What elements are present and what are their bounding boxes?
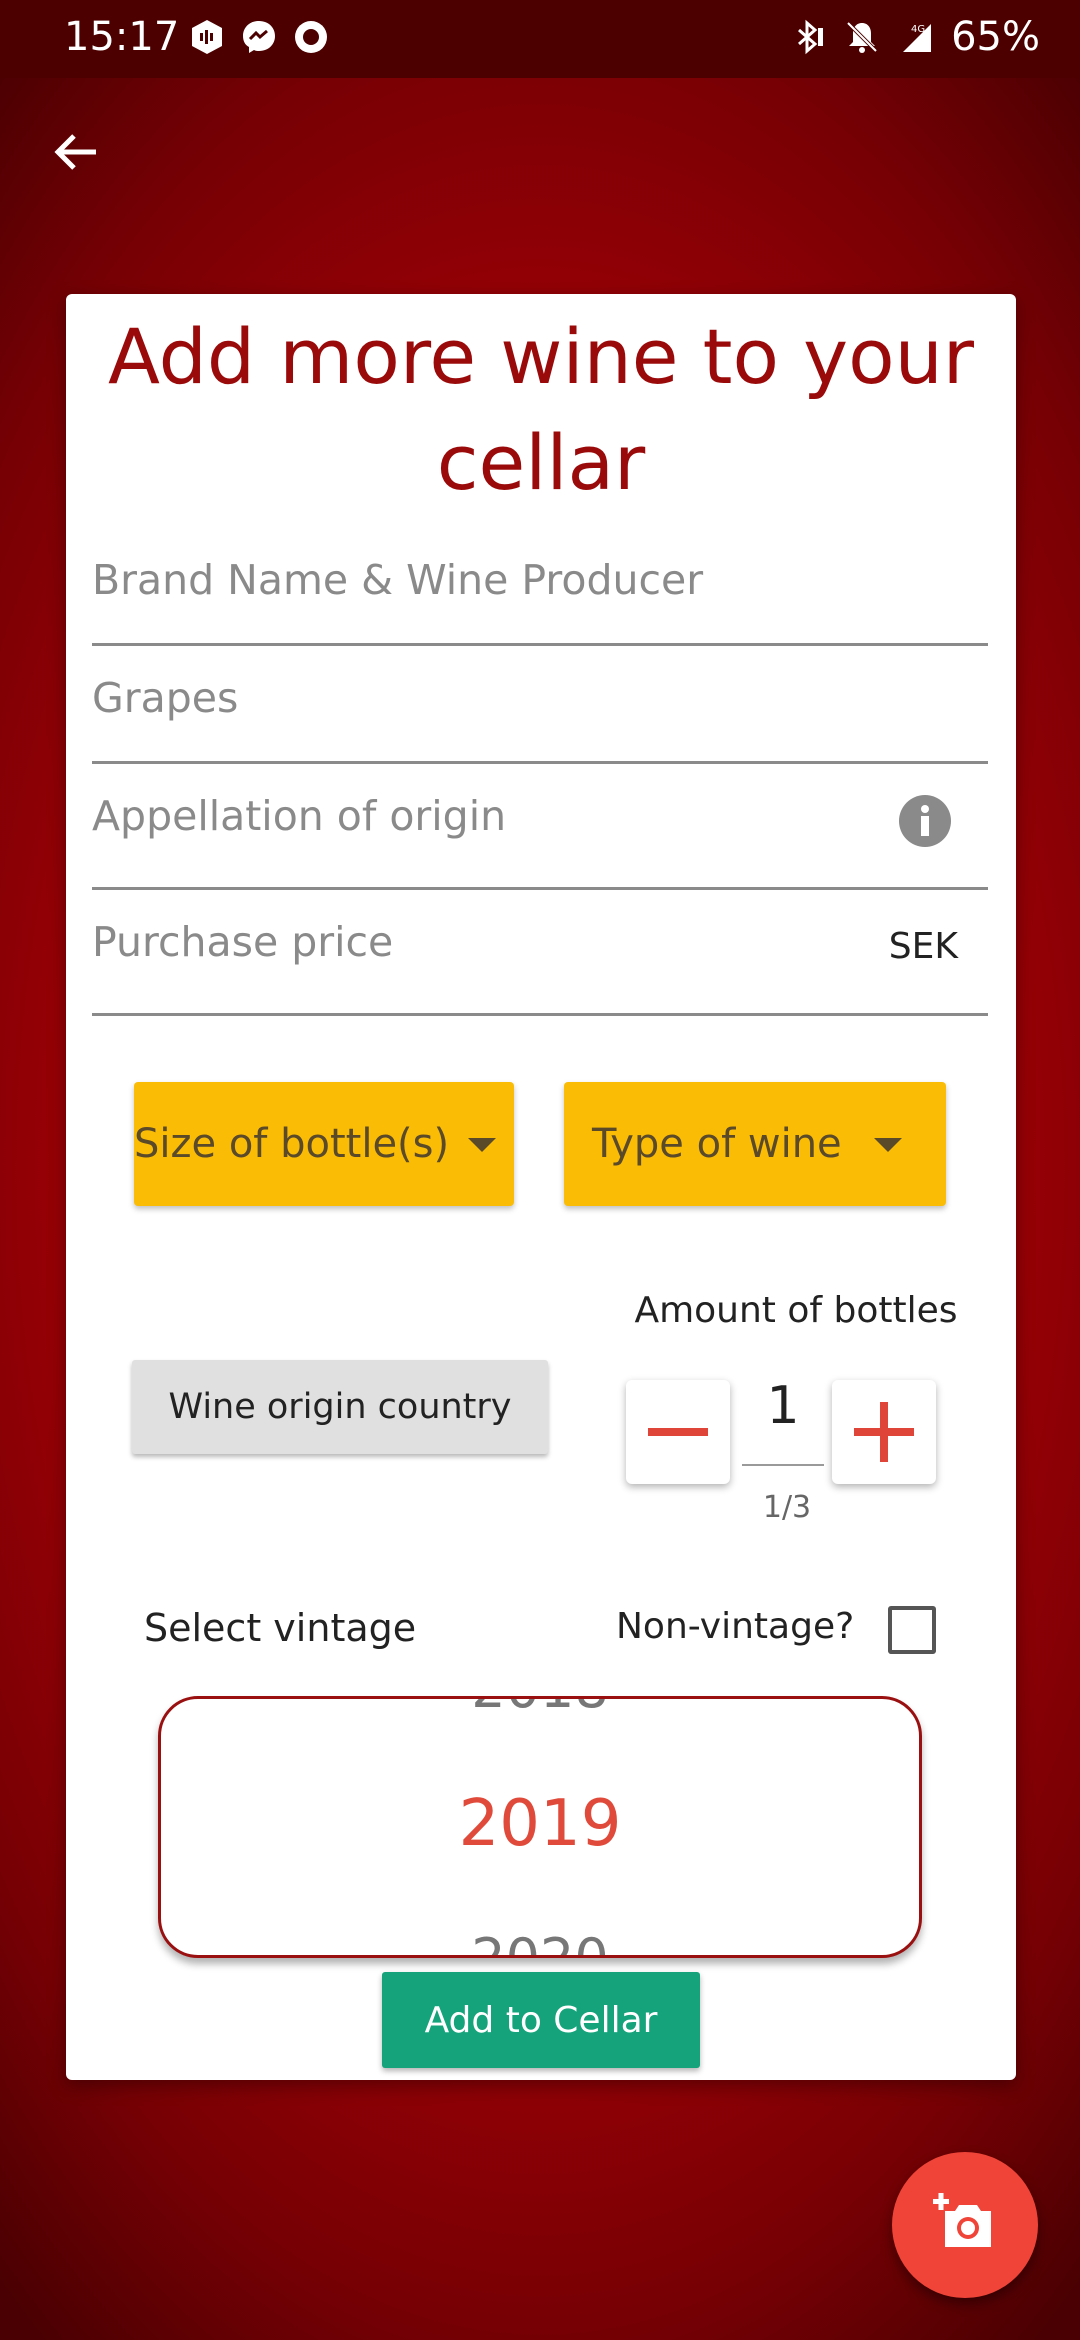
- minus-icon: [648, 1428, 708, 1436]
- info-icon[interactable]: [898, 794, 952, 848]
- messenger-icon: [243, 21, 275, 53]
- wine-type-label: Type of wine: [592, 1121, 842, 1167]
- back-button[interactable]: [44, 120, 108, 184]
- amount-counter: 1/3: [762, 1490, 812, 1525]
- vintage-option-next[interactable]: 2020: [161, 1927, 919, 1955]
- non-vintage-checkbox[interactable]: [888, 1606, 936, 1654]
- vintage-option-prev[interactable]: 2018: [161, 1699, 919, 1720]
- increase-bottles-button[interactable]: [832, 1380, 936, 1484]
- appellation-placeholder: Appellation of origin: [92, 792, 507, 840]
- bottle-size-label: Size of bottle(s): [134, 1121, 450, 1167]
- appellation-field[interactable]: Appellation of origin: [92, 770, 988, 890]
- wine-origin-country-button[interactable]: Wine origin country: [132, 1360, 548, 1454]
- dropdown-arrow-icon: [468, 1138, 496, 1152]
- status-time: 15:17: [64, 14, 180, 60]
- battery-level: 65%: [951, 14, 1040, 60]
- plus-icon: [854, 1402, 914, 1462]
- grapes-field[interactable]: Grapes: [92, 652, 988, 764]
- grapes-placeholder: Grapes: [92, 674, 239, 722]
- bluetooth-icon: [798, 19, 824, 55]
- currency-label: SEK: [888, 926, 958, 967]
- brand-name-placeholder: Brand Name & Wine Producer: [92, 556, 704, 604]
- amount-input[interactable]: 1: [742, 1376, 824, 1436]
- dropdown-arrow-icon: [874, 1138, 902, 1152]
- podcast-app-icon: [192, 20, 222, 54]
- wine-type-dropdown[interactable]: Type of wine: [564, 1082, 946, 1206]
- brand-name-field[interactable]: Brand Name & Wine Producer: [92, 534, 988, 646]
- arrow-left-icon: [54, 134, 96, 170]
- mute-icon: [846, 21, 878, 53]
- add-photo-button[interactable]: [892, 2152, 1038, 2298]
- vintage-option-selected[interactable]: 2019: [161, 1787, 919, 1861]
- purchase-price-field[interactable]: Purchase price SEK: [92, 896, 988, 1016]
- system-icons: 4G 65%: [789, 14, 1040, 60]
- amount-underline: [742, 1464, 824, 1466]
- non-vintage-label: Non-vintage?: [616, 1606, 855, 1647]
- circle-app-icon: [295, 21, 327, 53]
- vintage-picker[interactable]: 2018 2019 2020: [158, 1696, 922, 1958]
- notification-icons: [188, 18, 330, 56]
- add-wine-card: Add more wine to your cellar Brand Name …: [66, 294, 1016, 2080]
- status-bar: 15:17 4G 65%: [0, 0, 1080, 78]
- page-title: Add more wine to your cellar: [107, 312, 975, 507]
- svg-text:4G: 4G: [911, 24, 925, 35]
- add-photo-icon: [933, 2193, 991, 2247]
- purchase-price-placeholder: Purchase price: [92, 918, 394, 966]
- add-to-cellar-button[interactable]: Add to Cellar: [382, 1972, 700, 2068]
- bottle-size-dropdown[interactable]: Size of bottle(s): [134, 1082, 514, 1206]
- decrease-bottles-button[interactable]: [626, 1380, 730, 1484]
- amount-of-bottles-label: Amount of bottles: [634, 1290, 958, 1331]
- signal-4g-icon: 4G: [903, 24, 932, 52]
- select-vintage-label: Select vintage: [144, 1606, 417, 1650]
